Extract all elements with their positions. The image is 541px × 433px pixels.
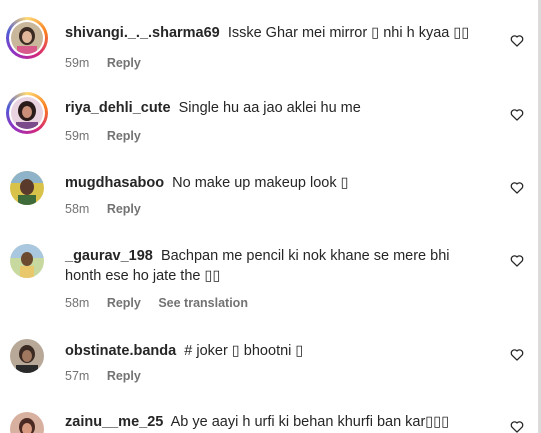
comment-time: 58m (65, 202, 90, 216)
see-translation-button[interactable]: See translation (158, 296, 248, 310)
comment-text: Single hu aa jao aklei hu me (178, 100, 361, 116)
comment-text: # joker ▯ bhootni ▯ (184, 343, 304, 359)
comment-username[interactable]: obstinate.banda (65, 343, 176, 359)
comment-meta: 57m Reply (65, 369, 155, 383)
comment-time: 57m (65, 369, 90, 383)
comment-username[interactable]: mugdhasaboo (65, 175, 164, 191)
avatar-photo (10, 412, 44, 433)
reply-button[interactable]: Reply (107, 202, 141, 216)
avatar-photo (10, 244, 44, 278)
comment-text: No make up makeup look ▯ (172, 175, 349, 191)
heart-outline-icon[interactable] (510, 34, 524, 47)
avatar-photo (10, 171, 44, 205)
avatar[interactable] (6, 17, 48, 59)
comment-time: 58m (65, 296, 90, 310)
avatar[interactable] (6, 92, 48, 134)
comment-meta: 59m Reply (65, 129, 155, 143)
comment-text: Isske Ghar mei mirror ▯ nhi h kyaa ▯▯ (227, 25, 470, 41)
comment-meta: 58m Reply See translation (65, 296, 262, 310)
comment-item: riya_dehli_cute Single hu aa jao aklei h… (0, 92, 538, 162)
comment-item: shivangi._._.sharma69 Isske Ghar mei mir… (0, 17, 538, 87)
comment-username[interactable]: _gaurav_198 (65, 248, 153, 264)
comment-text: Ab ye aayi h urfi ki behan khurfi ban ka… (170, 414, 450, 430)
heart-outline-icon[interactable] (510, 420, 524, 433)
reply-button[interactable]: Reply (107, 129, 141, 143)
avatar[interactable] (6, 335, 48, 377)
comment-item: mugdhasaboo No make up makeup look ▯ 58m… (0, 167, 538, 237)
comment-meta: 58m Reply (65, 202, 155, 216)
comment-username[interactable]: shivangi._._.sharma69 (65, 25, 220, 41)
comment-item: obstinate.banda # joker ▯ bhootni ▯ 57m … (0, 335, 538, 405)
comment-meta: 59m Reply (65, 56, 155, 70)
avatar[interactable] (6, 167, 48, 209)
comment-username[interactable]: zainu__me_25 (65, 414, 163, 430)
heart-outline-icon[interactable] (510, 181, 524, 194)
comment-time: 59m (65, 129, 90, 143)
avatar-photo (10, 339, 44, 373)
heart-outline-icon[interactable] (510, 108, 524, 121)
heart-outline-icon[interactable] (510, 254, 524, 267)
reply-button[interactable]: Reply (107, 296, 141, 310)
avatar-photo (11, 97, 43, 129)
heart-outline-icon[interactable] (510, 348, 524, 361)
avatar-photo (11, 22, 43, 54)
avatar[interactable] (6, 408, 48, 433)
reply-button[interactable]: Reply (107, 56, 141, 70)
comment-username[interactable]: riya_dehli_cute (65, 100, 171, 116)
avatar[interactable] (6, 240, 48, 282)
comment-item: _gaurav_198 Bachpan me pencil ki nok kha… (0, 240, 538, 325)
comment-time: 59m (65, 56, 90, 70)
comment-item: zainu__me_25 Ab ye aayi h urfi ki behan … (0, 408, 538, 433)
reply-button[interactable]: Reply (107, 369, 141, 383)
